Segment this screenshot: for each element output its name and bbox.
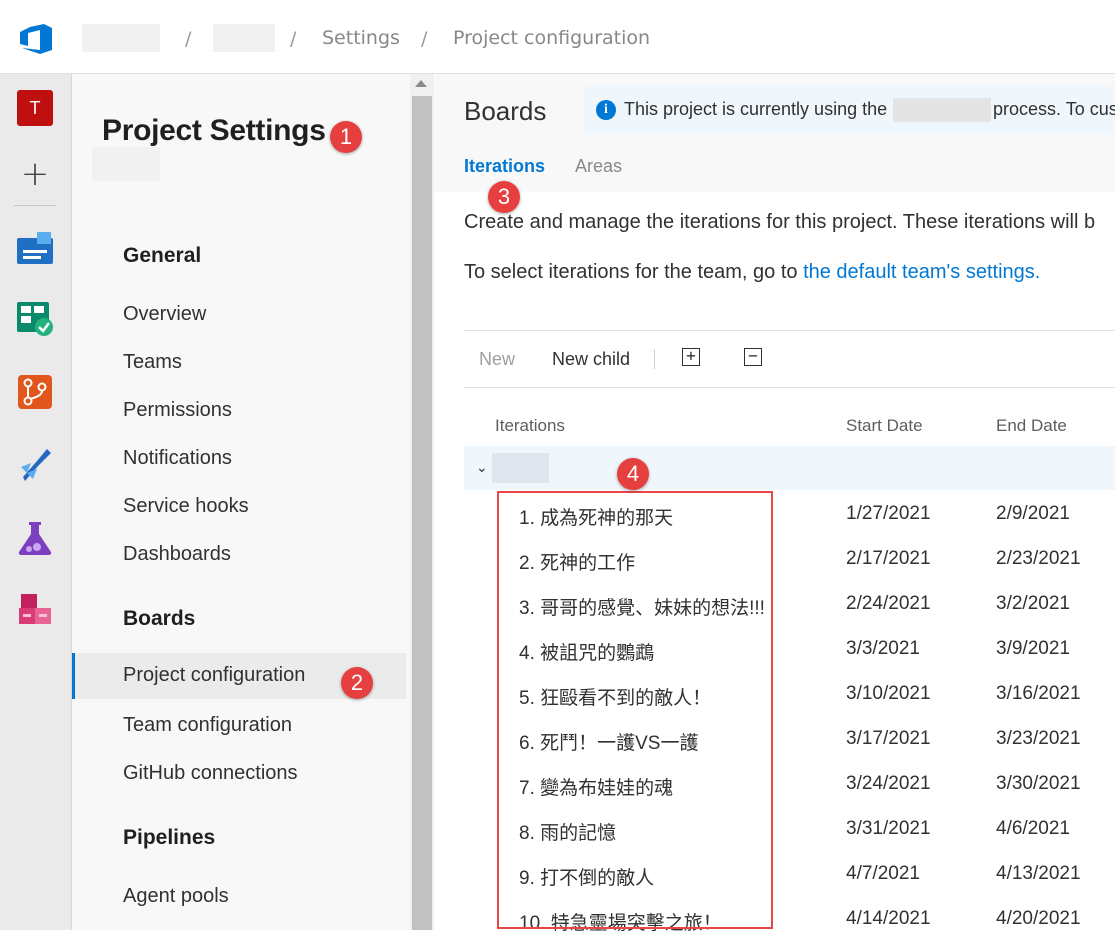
top-bar: / / Settings / Project configuration xyxy=(0,0,1115,74)
nav-item-teams[interactable]: Teams xyxy=(72,340,406,386)
test-plans-icon[interactable] xyxy=(17,520,53,556)
redacted-root-iteration-name[interactable] xyxy=(492,453,549,483)
iteration-start-date: 2/24/2021 xyxy=(846,593,931,614)
team-settings-hint: To select iterations for the team, go to… xyxy=(464,261,1040,284)
nav-item-label: Agent pools xyxy=(123,885,229,907)
nav-scrollbar-thumb[interactable] xyxy=(412,96,432,930)
nav-item-label: Dashboards xyxy=(123,543,231,565)
iteration-start-date: 1/27/2021 xyxy=(846,503,931,524)
column-header-end-date[interactable]: End Date xyxy=(996,416,1067,436)
iteration-start-date: 3/24/2021 xyxy=(846,773,931,794)
redacted-org-name[interactable] xyxy=(82,24,160,52)
nav-item-label: Service hooks xyxy=(123,495,249,517)
column-header-start-date[interactable]: Start Date xyxy=(846,416,923,436)
info-text-after: process. To cust xyxy=(993,99,1115,119)
nav-item-label: Overview xyxy=(123,303,207,325)
nav-item-label: Team configuration xyxy=(123,714,292,736)
info-text-before: This project is currently using the xyxy=(624,99,888,119)
page-title: Boards xyxy=(464,96,547,126)
iteration-end-date: 3/2/2021 xyxy=(996,593,1070,614)
expand-all-icon[interactable]: + xyxy=(682,348,700,366)
overview-icon[interactable] xyxy=(17,230,53,266)
project-settings-nav: Project Settings General Overview Teams … xyxy=(72,74,410,930)
iteration-start-date: 3/10/2021 xyxy=(846,683,931,704)
nav-item-label: Project configuration xyxy=(123,664,306,686)
breadcrumb-separator: / xyxy=(185,28,192,50)
breadcrumb-settings[interactable]: Settings xyxy=(322,27,400,49)
azure-devops-logo-icon[interactable] xyxy=(18,24,54,54)
breadcrumb-separator: / xyxy=(290,28,297,50)
redacted-project-name[interactable] xyxy=(213,24,275,52)
root-iteration-row[interactable] xyxy=(464,446,1115,490)
nav-item-label: GitHub connections xyxy=(123,762,298,784)
redacted-project-subtitle xyxy=(92,147,160,181)
iteration-start-date: 3/31/2021 xyxy=(846,818,931,839)
artifacts-icon[interactable] xyxy=(17,592,53,628)
iteration-end-date: 4/20/2021 xyxy=(996,908,1081,929)
annotation-badge-1: 1 xyxy=(330,121,362,153)
iteration-end-date: 2/9/2021 xyxy=(996,503,1070,524)
info-banner: i This project is currently using the pr… xyxy=(584,86,1115,134)
iteration-end-date: 3/9/2021 xyxy=(996,638,1070,659)
nav-section-boards: Boards xyxy=(123,607,196,630)
nav-item-overview[interactable]: Overview xyxy=(72,292,406,338)
iteration-end-date: 4/6/2021 xyxy=(996,818,1070,839)
annotation-badge-2: 2 xyxy=(341,667,373,699)
iteration-start-date: 3/17/2021 xyxy=(846,728,931,749)
iteration-end-date: 3/30/2021 xyxy=(996,773,1081,794)
iteration-start-date: 4/14/2021 xyxy=(846,908,931,929)
new-child-button[interactable]: New child xyxy=(552,349,630,370)
project-avatar[interactable]: T xyxy=(17,90,53,126)
nav-item-service-hooks[interactable]: Service hooks xyxy=(72,484,406,530)
nav-item-notifications[interactable]: Notifications xyxy=(72,436,406,482)
scroll-up-arrow-icon[interactable] xyxy=(415,80,427,87)
nav-section-general: General xyxy=(123,244,202,267)
column-header-iterations[interactable]: Iterations xyxy=(495,416,565,436)
breadcrumb-project-configuration[interactable]: Project configuration xyxy=(453,27,650,49)
nav-item-dashboards[interactable]: Dashboards xyxy=(72,532,406,578)
nav-item-team-configuration[interactable]: Team configuration xyxy=(72,703,406,749)
team-hint-text: To select iterations for the team, go to xyxy=(464,261,804,283)
iterations-description: Create and manage the iterations for thi… xyxy=(464,211,1096,233)
nav-section-pipelines: Pipelines xyxy=(123,826,216,849)
nav-title: Project Settings xyxy=(102,114,326,147)
default-team-settings-link[interactable]: the default team's settings. xyxy=(803,261,1040,283)
redacted-process-name xyxy=(893,98,991,122)
annotation-badge-3: 3 xyxy=(488,181,520,213)
iteration-end-date: 3/16/2021 xyxy=(996,683,1081,704)
repos-icon[interactable] xyxy=(17,374,53,410)
nav-item-label: Permissions xyxy=(123,399,232,421)
chevron-down-icon[interactable]: ⌄ xyxy=(476,460,488,476)
rail-divider xyxy=(14,205,56,206)
boards-icon[interactable] xyxy=(17,300,53,336)
iteration-start-date: 2/17/2021 xyxy=(846,548,931,569)
nav-item-github-connections[interactable]: GitHub connections xyxy=(72,751,406,797)
breadcrumb-separator: / xyxy=(421,28,428,50)
new-button[interactable]: New xyxy=(479,349,515,370)
iteration-start-date: 4/7/2021 xyxy=(846,863,920,884)
toolbar-divider xyxy=(654,349,655,369)
annotation-badge-4: 4 xyxy=(617,458,649,490)
nav-item-agent-pools[interactable]: Agent pools xyxy=(72,874,406,920)
nav-item-label: Teams xyxy=(123,351,182,373)
info-icon: i xyxy=(596,100,616,120)
nav-item-permissions[interactable]: Permissions xyxy=(72,388,406,434)
nav-item-label: Notifications xyxy=(123,447,232,469)
annotation-highlight-box xyxy=(497,491,773,929)
app-rail: T + xyxy=(0,74,72,930)
iterations-toolbar: New New child + − xyxy=(464,330,1115,388)
tab-iterations[interactable]: Iterations xyxy=(464,156,545,177)
add-icon[interactable]: + xyxy=(17,156,53,192)
iteration-start-date: 3/3/2021 xyxy=(846,638,920,659)
iteration-end-date: 4/13/2021 xyxy=(996,863,1081,884)
collapse-all-icon[interactable]: − xyxy=(744,348,762,366)
tab-areas[interactable]: Areas xyxy=(575,156,622,177)
iteration-end-date: 3/23/2021 xyxy=(996,728,1081,749)
pipelines-icon[interactable] xyxy=(17,447,53,483)
iteration-end-date: 2/23/2021 xyxy=(996,548,1081,569)
